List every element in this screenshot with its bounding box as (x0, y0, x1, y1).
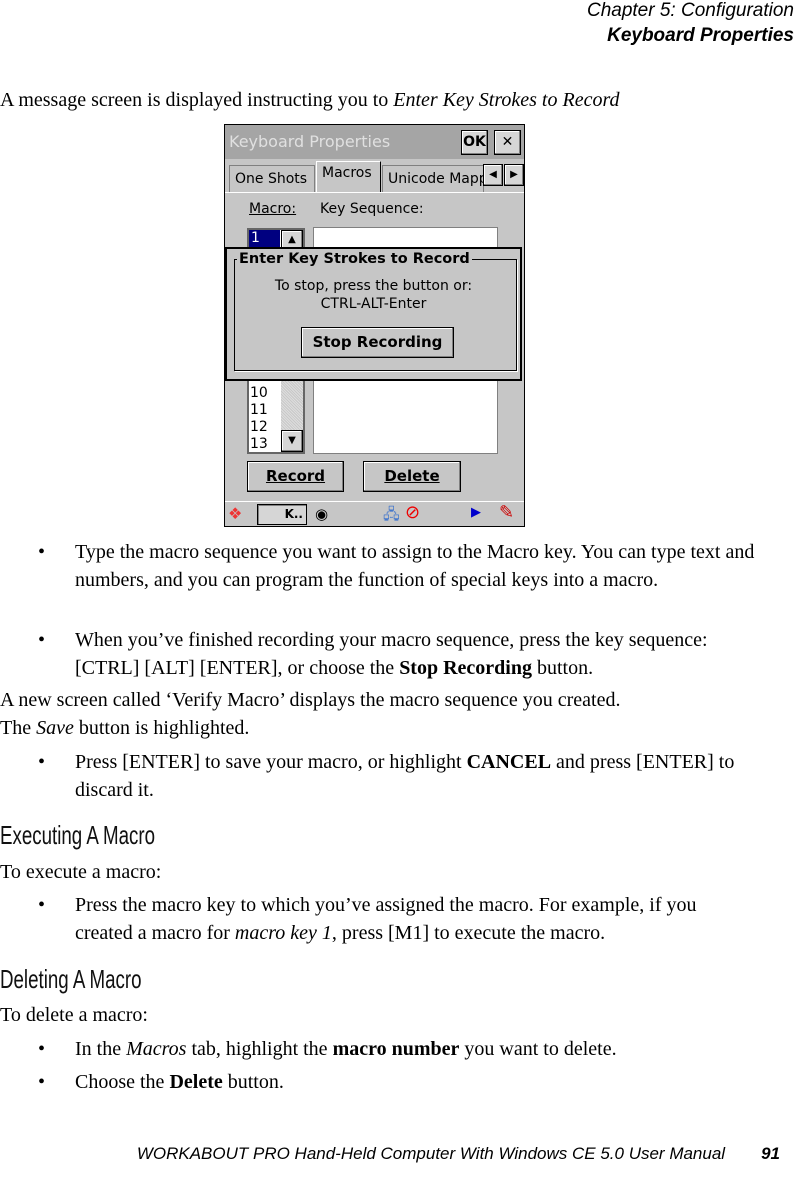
macro-label: Macro: (249, 201, 297, 217)
arrow-right-icon[interactable]: ▶ (471, 505, 481, 520)
macro-list-item[interactable]: 13 (250, 436, 268, 453)
text: button is highlighted. (73, 717, 250, 739)
delete-intro: To delete a macro: (0, 1004, 148, 1026)
tab-macros[interactable]: Macros (316, 161, 381, 193)
text: The (0, 717, 37, 739)
tab-scroll-right-icon[interactable]: ▶ (504, 164, 524, 186)
text: When you’ve finished recording your macr… (75, 629, 708, 679)
input-panel-icon[interactable]: ◉ (315, 505, 328, 523)
emphasis: Macros (126, 1038, 187, 1060)
heading-executing-macro: Executing A Macro (0, 820, 156, 850)
dialog-title: Enter Key Strokes to Record (237, 251, 472, 267)
bullet-text: Choose the Delete button. (75, 1068, 755, 1096)
bullet-item: • Choose the Delete button. (0, 1068, 760, 1096)
running-header-chapter: Chapter 5: Configuration (586, 0, 794, 21)
bullet-dot: • (38, 1038, 46, 1060)
delete-button[interactable]: Delete (363, 461, 461, 492)
heading-deleting-macro: Deleting A Macro (0, 964, 142, 994)
intro-emphasis: Enter Key Strokes to Record (393, 89, 620, 111)
bullet-dot: • (38, 894, 46, 916)
network-icon[interactable]: 🖧 (383, 504, 400, 526)
bold-text: CANCEL (466, 751, 552, 773)
text: Press [ENTER] to save your macro, or hig… (75, 751, 467, 773)
dialog-line-2: CTRL-ALT-Enter (320, 296, 427, 312)
tab-unicode-mapping[interactable]: Unicode Mapp (382, 165, 484, 193)
verify-line-2: The Save button is highlighted. (0, 714, 620, 742)
emphasis: macro key 1 (234, 922, 332, 944)
bullet-dot: • (38, 751, 46, 773)
bullet-item: • Press [ENTER] to save your macro, or hi… (0, 748, 760, 804)
bullet-text: When you’ve finished recording your macr… (75, 626, 755, 682)
bullet-text: Type the macro sequence you want to assi… (75, 541, 755, 591)
window-title: Keyboard Properties (229, 132, 391, 151)
bullet-dot: • (38, 1071, 46, 1093)
bullet-dot: • (38, 541, 46, 563)
macro-list-item[interactable]: 11 (250, 402, 268, 419)
page-number: 91 (761, 1144, 780, 1163)
pen-icon[interactable]: ✎ (499, 502, 514, 523)
key-sequence-label: Key Sequence: (320, 201, 424, 217)
record-button[interactable]: Record (247, 461, 344, 492)
bullet-item: • When you’ve finished recording your mac… (0, 626, 760, 682)
taskbar-app-label: K.. (284, 507, 303, 521)
text: you want to delete. (459, 1038, 617, 1060)
bold-text: macro number (332, 1038, 460, 1060)
start-windows-icon[interactable]: ❖ (228, 504, 242, 523)
dialog-message: To stop, press the button or: CTRL-ALT-E… (227, 277, 520, 313)
text: Choose the (75, 1071, 170, 1093)
macro-list-selected[interactable]: 1 (249, 230, 280, 248)
taskbar: ❖ K.. ◉ 🖧 ⊘ ▶ ✎ (225, 501, 524, 526)
running-header-section: Keyboard Properties (607, 25, 794, 46)
footer-title: WORKABOUT PRO Hand-Held Computer With Wi… (136, 1144, 726, 1163)
verify-line-1: A new screen called ‘Verify Macro’ displ… (0, 689, 621, 711)
bold-text: Stop Recording (399, 657, 532, 679)
text: button. (531, 657, 594, 679)
bullet-item: • Press the macro key to which you’ve ass… (0, 891, 760, 947)
bold-text: Delete (169, 1071, 223, 1093)
record-dialog: Enter Key Strokes to Record To stop, pre… (225, 247, 522, 381)
emphasis: Save (36, 717, 74, 739)
text: tab, highlight the (186, 1038, 333, 1060)
stop-recording-button[interactable]: Stop Recording (301, 327, 454, 358)
intro-text: A message screen is displayed instructin… (0, 89, 394, 111)
tab-one-shots[interactable]: One Shots (229, 165, 315, 193)
bullet-text: Press the macro key to which you’ve assi… (75, 891, 740, 947)
macro-list-item[interactable]: 12 (250, 419, 268, 436)
bullet-item: • Type the macro sequence you want to ass… (0, 538, 760, 624)
bullet-dot: • (38, 629, 46, 651)
execute-intro: To execute a macro: (0, 861, 162, 883)
close-icon[interactable]: ✕ (494, 130, 521, 155)
verify-paragraph: A new screen called ‘Verify Macro’ displ… (0, 686, 620, 742)
taskbar-keyboard-app[interactable]: K.. (257, 504, 307, 525)
ok-button[interactable]: OK (461, 130, 488, 155)
text: In the (75, 1038, 127, 1060)
bullet-item: • In the Macros tab, highlight the macro … (0, 1035, 760, 1063)
text: button. (222, 1071, 284, 1093)
no-signal-icon[interactable]: ⊘ (405, 502, 420, 523)
tab-scroll-left-icon[interactable]: ◀ (483, 164, 503, 186)
intro-paragraph: A message screen is displayed instructin… (0, 86, 620, 114)
macro-list-item[interactable]: 10 (250, 385, 268, 402)
tab-divider (225, 192, 524, 193)
footer: WORKABOUT PRO Hand-Held Computer With Wi… (137, 1144, 780, 1164)
bullet-text: Press [ENTER] to save your macro, or hig… (75, 748, 735, 804)
scroll-down-icon[interactable]: ▼ (281, 430, 303, 452)
keyboard-properties-screenshot: Keyboard Properties OK ✕ One Shots Macro… (224, 124, 525, 527)
bullet-text: In the Macros tab, highlight the macro n… (75, 1035, 755, 1063)
text: , press [M1] to execute the macro. (331, 922, 606, 944)
dialog-line-1: To stop, press the button or: (274, 278, 473, 294)
